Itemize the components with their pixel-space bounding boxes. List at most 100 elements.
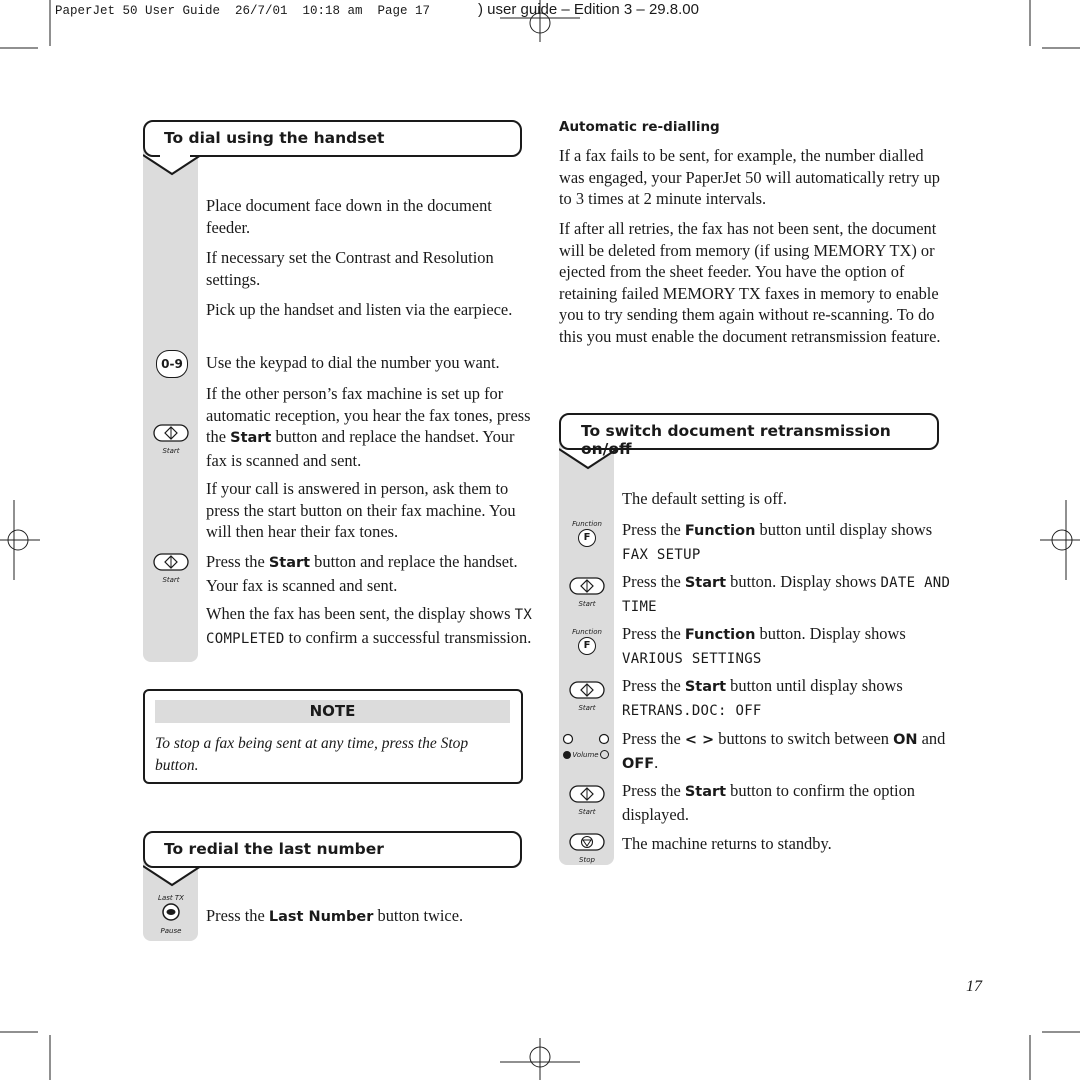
paragraph: If necessary set the Contrast and Resolu…: [206, 247, 536, 290]
text-run: button until display shows: [755, 520, 933, 539]
pause-label: Pause: [160, 927, 182, 935]
text-run: to confirm a successful transmission.: [284, 627, 532, 647]
slug-line: PaperJet 50 User Guide 26/7/01 10:18 am …: [55, 4, 431, 18]
paragraph: Place document face down in the document…: [206, 195, 536, 238]
bold-text: Function: [684, 627, 756, 643]
start-label: Start: [578, 704, 596, 712]
function-key: F: [578, 637, 596, 655]
step: The default setting is off.: [622, 488, 952, 510]
note-box: NOTE To stop a fax being sent at any tim…: [143, 689, 523, 784]
text-run: The default setting is off.: [622, 489, 787, 508]
volume-label: Volume: [572, 750, 599, 759]
start-label: Start: [578, 600, 596, 608]
paragraph: Press the Start button and replace the h…: [206, 551, 536, 596]
paragraph: Use the keypad to dial the number you wa…: [206, 352, 546, 374]
text-run: Press the: [622, 781, 685, 800]
start-button-icon: Start: [569, 785, 605, 816]
text-run: buttons to switch between: [714, 729, 894, 748]
text-run: Press the: [622, 572, 685, 591]
text-run: If a fax fails to be sent, for example, …: [559, 146, 940, 209]
paragraph: If after all retries, the fax has not be…: [559, 218, 944, 348]
display-text: RETRANS.DOC: OFF: [622, 702, 762, 719]
section-title: To dial using the handset: [164, 129, 385, 147]
text-run: button twice.: [373, 906, 464, 925]
paragraph: If a fax fails to be sent, for example, …: [559, 145, 944, 210]
function-button-icon: Function F: [569, 520, 605, 547]
text-run: Press the: [622, 729, 685, 748]
function-label: Function: [572, 628, 602, 636]
text-run: .: [654, 752, 659, 772]
text-run: Press the: [622, 624, 685, 643]
step: Press the Function button until display …: [622, 519, 952, 566]
bold-text: Start: [684, 679, 727, 695]
icon-strip: [143, 150, 198, 662]
text-run: When the fax has been sent, the display …: [206, 604, 515, 623]
text-run: Use the keypad to dial the number you wa…: [206, 353, 500, 372]
start-button-icon: Start: [569, 681, 605, 712]
function-label: Function: [572, 520, 602, 528]
paragraph: Press the Last Number button twice.: [206, 905, 546, 929]
text-run: The machine returns to standby.: [622, 834, 832, 853]
volume-down-icon: [563, 750, 571, 759]
step: Press the Start button. Display shows DA…: [622, 571, 952, 618]
text-run: If your call is answered in person, ask …: [206, 479, 516, 542]
text-run: Pick up the handset and listen via the e…: [206, 300, 513, 319]
volume-buttons-icon: Volume: [562, 732, 610, 759]
text-run: button until display shows: [726, 676, 903, 695]
edition-line: ) user guide – Edition 3 – 29.8.00: [478, 1, 699, 18]
section-title: To switch document retransmission on/off: [581, 422, 891, 458]
bold-text: < >: [684, 732, 715, 748]
text-run: Place document face down in the document…: [206, 196, 492, 237]
display-text: VARIOUS SETTINGS: [622, 650, 762, 667]
text-run: button. Display shows: [726, 572, 881, 591]
bold-text: Start: [684, 784, 727, 800]
start-button-icon: Start: [153, 553, 189, 584]
bold-text: Start: [268, 555, 311, 571]
bold-text: Last Number: [268, 909, 374, 925]
text-run: and: [917, 729, 946, 748]
text-run: Press the: [622, 520, 685, 539]
function-button-icon: Function F: [569, 628, 605, 655]
step: The machine returns to standby.: [622, 833, 952, 855]
paragraph: When the fax has been sent, the display …: [206, 603, 536, 650]
bold-text: Function: [684, 523, 756, 539]
text-run: Press the: [206, 552, 269, 571]
step: Press the Start button to confirm the op…: [622, 780, 952, 825]
start-button-icon: Start: [153, 424, 189, 455]
bold-text: Start: [684, 575, 727, 591]
start-label: Start: [162, 447, 180, 455]
section-header-dial: To dial using the handset: [143, 120, 522, 157]
step: Press the < > buttons to switch between …: [622, 728, 952, 775]
bold-text: OFF: [622, 755, 655, 772]
section-header-retransmission: To switch document retransmission on/off: [559, 413, 939, 458]
bold-text: Start: [230, 430, 272, 447]
text-run: button. Display shows: [755, 624, 906, 643]
paragraph: If your call is answered in person, ask …: [206, 478, 536, 543]
start-label: Start: [162, 576, 180, 584]
text-run: Press the: [622, 676, 685, 695]
page-number: 17: [966, 978, 982, 995]
paragraph: If the other person’s fax machine is set…: [206, 383, 536, 471]
step: Press the Start button until display sho…: [622, 675, 952, 722]
volume-up-icon: [599, 750, 609, 759]
text-run: Press the: [206, 906, 269, 925]
last-tx-label: Last TX: [158, 894, 184, 902]
section-header-redial: To redial the last number: [143, 831, 522, 868]
bold-text: ON: [893, 732, 918, 748]
paragraph: Pick up the handset and listen via the e…: [206, 299, 536, 321]
step: Press the Function button. Display shows…: [622, 623, 952, 670]
section-title: To redial the last number: [164, 840, 384, 858]
stop-button-icon: Stop: [569, 833, 605, 864]
text-run: If after all retries, the fax has not be…: [559, 219, 941, 346]
last-tx-pause-button-icon: Last TX Pause: [153, 894, 189, 935]
start-button-icon: Start: [569, 577, 605, 608]
display-text: FAX SETUP: [622, 546, 701, 563]
subheading: Automatic re-dialling: [559, 119, 720, 135]
keypad-icon: 0-9: [156, 350, 188, 378]
text-run: If necessary set the Contrast and Resolu…: [206, 248, 494, 289]
start-label: Start: [578, 808, 596, 816]
function-key: F: [578, 529, 596, 547]
stop-label: Stop: [579, 856, 595, 864]
note-heading: NOTE: [155, 700, 510, 723]
note-text: To stop a fax being sent at any time, pr…: [155, 735, 469, 774]
